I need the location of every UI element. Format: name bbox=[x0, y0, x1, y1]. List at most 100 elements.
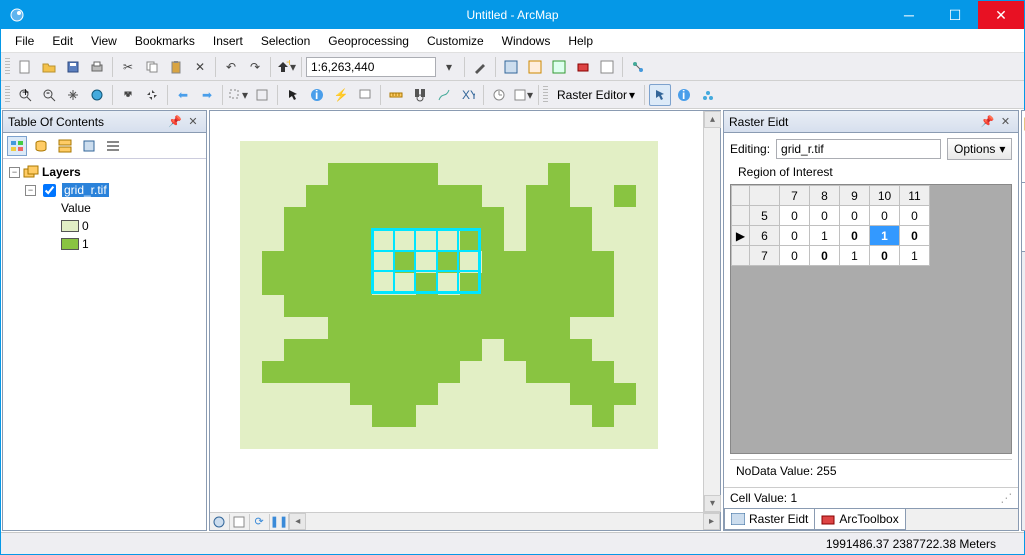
svg-text:+: + bbox=[286, 60, 290, 69]
map-view[interactable]: ▴ ▾ ⟳ ❚❚ ◂ ▸ bbox=[209, 110, 721, 531]
raster-info-icon[interactable]: i bbox=[673, 84, 695, 106]
list-by-visibility-icon[interactable] bbox=[55, 136, 75, 156]
toolbar-grip[interactable] bbox=[5, 86, 10, 104]
python-window-icon[interactable] bbox=[596, 56, 618, 78]
menu-view[interactable]: View bbox=[83, 31, 125, 51]
table-of-contents-panel: Table Of Contents 📌 ✕ − Layers − bbox=[2, 110, 207, 531]
html-popup-icon[interactable] bbox=[354, 84, 376, 106]
menu-insert[interactable]: Insert bbox=[205, 31, 251, 51]
catalog-window-icon[interactable] bbox=[524, 56, 546, 78]
copy-icon[interactable] bbox=[141, 56, 163, 78]
editor-toolbar-icon[interactable] bbox=[469, 56, 491, 78]
open-icon[interactable] bbox=[38, 56, 60, 78]
table-of-contents-icon[interactable] bbox=[500, 56, 522, 78]
menu-file[interactable]: File bbox=[7, 31, 42, 51]
back-icon[interactable]: ⬅ bbox=[172, 84, 194, 106]
fixed-zoom-in-icon[interactable] bbox=[117, 84, 139, 106]
layer-name[interactable]: grid_r.tif bbox=[62, 183, 109, 197]
hyperlink-icon[interactable]: ⚡ bbox=[330, 84, 352, 106]
model-builder-icon[interactable] bbox=[627, 56, 649, 78]
raster-settings-icon[interactable] bbox=[697, 84, 719, 106]
raster-panel-title: Raster Eidt bbox=[729, 115, 788, 129]
title-bar: Untitled - ArcMap ─ ☐ ✕ bbox=[1, 1, 1024, 29]
arctoolbox-icon[interactable] bbox=[572, 56, 594, 78]
find-icon[interactable] bbox=[409, 84, 431, 106]
scroll-right-icon[interactable]: ▸ bbox=[703, 513, 720, 530]
menu-help[interactable]: Help bbox=[560, 31, 601, 51]
tab-arctoolbox[interactable]: ArcToolbox bbox=[814, 509, 905, 530]
undo-icon[interactable]: ↶ bbox=[220, 56, 242, 78]
svg-text:XY: XY bbox=[462, 88, 475, 102]
list-by-drawing-order-icon[interactable] bbox=[7, 136, 27, 156]
search-window-icon[interactable] bbox=[548, 56, 570, 78]
menu-bookmarks[interactable]: Bookmarks bbox=[127, 31, 203, 51]
scroll-left-icon[interactable]: ◂ bbox=[289, 513, 306, 530]
roi-label: Region of Interest bbox=[738, 165, 1012, 179]
map-scale-input[interactable] bbox=[306, 57, 436, 77]
editing-label: Editing: bbox=[730, 142, 770, 156]
delete-icon[interactable]: ✕ bbox=[189, 56, 211, 78]
tab-raster-edit[interactable]: Raster Eidt bbox=[724, 509, 815, 530]
menu-windows[interactable]: Windows bbox=[494, 31, 559, 51]
list-by-selection-icon[interactable] bbox=[79, 136, 99, 156]
collapse-icon[interactable]: − bbox=[9, 167, 20, 178]
roi-grid[interactable]: 7891011500000▶601010700101 bbox=[730, 184, 1012, 454]
close-panel-icon[interactable]: ✕ bbox=[185, 114, 201, 130]
pin-icon[interactable]: 📌 bbox=[979, 114, 995, 130]
add-data-icon[interactable]: +▾ bbox=[275, 56, 297, 78]
find-route-icon[interactable] bbox=[433, 84, 455, 106]
zoom-out-icon[interactable]: - bbox=[38, 84, 60, 106]
toc-toolbar bbox=[3, 133, 206, 159]
layout-view-icon[interactable] bbox=[230, 514, 250, 530]
identify-icon[interactable]: i bbox=[306, 84, 328, 106]
fixed-zoom-out-icon[interactable] bbox=[141, 84, 163, 106]
new-document-icon[interactable] bbox=[14, 56, 36, 78]
standard-toolbar: ✂ ✕ ↶ ↷ +▾ ▾ bbox=[1, 53, 1024, 81]
pan-icon[interactable] bbox=[62, 84, 84, 106]
toolbar-grip[interactable] bbox=[5, 58, 10, 76]
pause-drawing-icon[interactable]: ❚❚ bbox=[270, 514, 290, 530]
list-by-source-icon[interactable] bbox=[31, 136, 51, 156]
options-button[interactable]: Options▾ bbox=[947, 138, 1012, 160]
select-elements-icon[interactable] bbox=[282, 84, 304, 106]
save-icon[interactable] bbox=[62, 56, 84, 78]
go-to-xy-icon[interactable]: XY bbox=[457, 84, 479, 106]
legend-label-1: 1 bbox=[82, 237, 89, 251]
cell-value-label: Cell Value: 1 bbox=[730, 491, 797, 505]
scroll-up-icon[interactable]: ▴ bbox=[704, 111, 721, 128]
resize-grip-icon[interactable]: ⋰ bbox=[1000, 491, 1012, 505]
cut-icon[interactable]: ✂ bbox=[117, 56, 139, 78]
legend-swatch-0 bbox=[61, 220, 79, 232]
options-icon[interactable] bbox=[103, 136, 123, 156]
nodata-value-label: NoData Value: 255 bbox=[730, 459, 1012, 482]
refresh-icon[interactable]: ⟳ bbox=[250, 514, 270, 530]
toolbar-grip[interactable] bbox=[543, 86, 548, 104]
redo-icon[interactable]: ↷ bbox=[244, 56, 266, 78]
forward-icon[interactable]: ➡ bbox=[196, 84, 218, 106]
layer-visibility-checkbox[interactable] bbox=[43, 184, 56, 197]
close-panel-icon[interactable]: ✕ bbox=[997, 114, 1013, 130]
scale-dropdown-icon[interactable]: ▾ bbox=[438, 56, 460, 78]
measure-icon[interactable] bbox=[385, 84, 407, 106]
menu-customize[interactable]: Customize bbox=[419, 31, 492, 51]
pin-icon[interactable]: 📌 bbox=[167, 114, 183, 130]
menu-edit[interactable]: Edit bbox=[44, 31, 81, 51]
data-frame-label[interactable]: Layers bbox=[42, 165, 81, 179]
select-features-icon[interactable]: ▾ bbox=[227, 84, 249, 106]
create-viewer-icon[interactable]: ▾ bbox=[512, 84, 534, 106]
editing-layer-input[interactable] bbox=[776, 139, 941, 159]
time-slider-icon[interactable] bbox=[488, 84, 510, 106]
raster-editor-dropdown[interactable]: Raster Editor▾ bbox=[552, 84, 640, 106]
clear-selection-icon[interactable] bbox=[251, 84, 273, 106]
collapse-icon[interactable]: − bbox=[25, 185, 36, 196]
zoom-in-icon[interactable]: + bbox=[14, 84, 36, 106]
menu-geoprocessing[interactable]: Geoprocessing bbox=[320, 31, 417, 51]
raster-edit-tool-icon[interactable] bbox=[649, 84, 671, 106]
menu-selection[interactable]: Selection bbox=[253, 31, 318, 51]
print-icon[interactable] bbox=[86, 56, 108, 78]
paste-icon[interactable] bbox=[165, 56, 187, 78]
data-view-icon[interactable] bbox=[210, 514, 230, 530]
vertical-scrollbar[interactable]: ▴ ▾ bbox=[703, 111, 720, 512]
full-extent-icon[interactable] bbox=[86, 84, 108, 106]
scroll-down-icon[interactable]: ▾ bbox=[704, 495, 721, 512]
